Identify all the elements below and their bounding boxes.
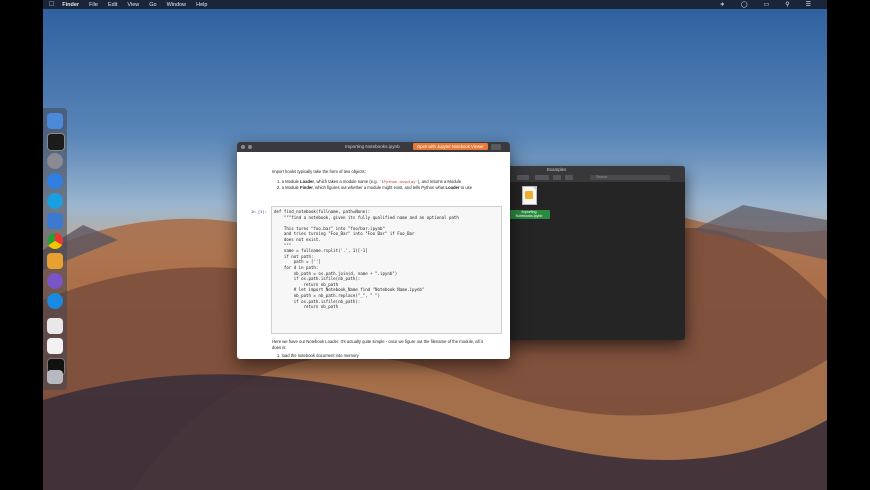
dock bbox=[43, 108, 67, 390]
jupyter-logo-icon bbox=[525, 191, 533, 199]
selected-file-label[interactable]: Importing Notebooks.ipynb bbox=[508, 210, 550, 219]
dock-viber-icon[interactable] bbox=[47, 273, 63, 289]
dock-app-store-icon[interactable] bbox=[47, 173, 63, 189]
open-with-jupyter-button[interactable]: Open with Jupyter Notebook Viewer bbox=[413, 143, 488, 150]
dock-skype-icon[interactable] bbox=[47, 193, 63, 209]
finder-action-button[interactable] bbox=[535, 175, 549, 180]
apple-icon[interactable]:  bbox=[49, 1, 54, 8]
notebook-content[interactable]: Import hooks typically take the form of … bbox=[237, 152, 510, 359]
finder-share-button[interactable] bbox=[553, 175, 561, 180]
dock-trash-icon[interactable] bbox=[47, 370, 63, 384]
menu-window[interactable]: Window bbox=[167, 2, 187, 8]
cell-prompt: In [3]: bbox=[251, 209, 268, 214]
list-item-finder: 2. a Module Finder, which figures out wh… bbox=[277, 185, 473, 190]
status-area: ∗ ◯ ▭ ⚲ ☰ bbox=[720, 0, 821, 9]
intro-text: Import hooks typically take the form of … bbox=[272, 169, 366, 174]
loader-description-line1: Here we have our Notebook Loader. It's a… bbox=[272, 339, 483, 344]
dock-teamviewer-icon[interactable] bbox=[47, 293, 63, 309]
finder-view-button[interactable] bbox=[517, 175, 529, 180]
code-line: return nb_path bbox=[274, 304, 339, 310]
share-icon[interactable] bbox=[491, 143, 501, 150]
zoom-button[interactable] bbox=[248, 145, 252, 149]
window-titlebar: Importing Notebooks.ipynb Open with Jupy… bbox=[237, 142, 510, 152]
bluetooth-icon[interactable]: ∗ bbox=[720, 1, 725, 8]
window-title: Importing Notebooks.ipynb bbox=[345, 144, 400, 149]
wifi-icon[interactable]: ◯ bbox=[741, 1, 748, 8]
battery-icon[interactable]: ▭ bbox=[764, 1, 770, 8]
dock-chrome-icon[interactable] bbox=[47, 233, 63, 249]
dock-terminal-icon[interactable] bbox=[47, 133, 65, 151]
menu-help[interactable]: Help bbox=[196, 2, 207, 8]
page-fold-icon bbox=[532, 186, 537, 191]
menu-edit[interactable]: Edit bbox=[108, 2, 117, 8]
finder-titlebar: Examples Search bbox=[503, 166, 685, 182]
list-item-load: 1. load the notebook document into memor… bbox=[277, 353, 359, 358]
loader-description-line2: does is: bbox=[272, 345, 287, 350]
dock-xcode-icon[interactable] bbox=[47, 213, 63, 229]
finder-tag-button[interactable] bbox=[565, 175, 573, 180]
dock-squirrel-icon[interactable] bbox=[47, 253, 63, 269]
control-menu-icon[interactable]: ☰ bbox=[806, 1, 811, 8]
finder-window: Examples Search Importing Notebooks.ipyn… bbox=[503, 166, 685, 340]
menu-file[interactable]: File bbox=[89, 2, 98, 8]
dock-launchpad-icon[interactable] bbox=[47, 153, 63, 169]
menu-view[interactable]: View bbox=[127, 2, 139, 8]
finder-title: Examples bbox=[547, 167, 567, 172]
list-item-loader: 1. a Module Loader, which takes a module… bbox=[277, 179, 462, 184]
search-icon[interactable]: ⚲ bbox=[785, 1, 789, 8]
dock-preview-icon[interactable] bbox=[47, 318, 63, 334]
file-label-line2: Notebooks.ipynb bbox=[515, 214, 543, 219]
finder-search-input[interactable]: Search bbox=[590, 175, 670, 180]
menu-bar:  Finder File Edit View Go Window Help ∗… bbox=[43, 0, 827, 9]
code-block: def find_notebook(fullname, path=None): … bbox=[274, 209, 459, 310]
notebook-viewer-window: Importing Notebooks.ipynb Open with Jupy… bbox=[237, 142, 510, 359]
notebook-file-icon[interactable] bbox=[522, 186, 537, 205]
menu-app-name[interactable]: Finder bbox=[62, 2, 79, 8]
code-line: """find a notebook, given its fully qual… bbox=[274, 214, 459, 220]
dock-document-icon[interactable] bbox=[47, 338, 63, 354]
window-controls bbox=[241, 145, 252, 149]
menu-go[interactable]: Go bbox=[149, 2, 156, 8]
dock-finder-icon[interactable] bbox=[47, 113, 63, 129]
close-button[interactable] bbox=[241, 145, 245, 149]
